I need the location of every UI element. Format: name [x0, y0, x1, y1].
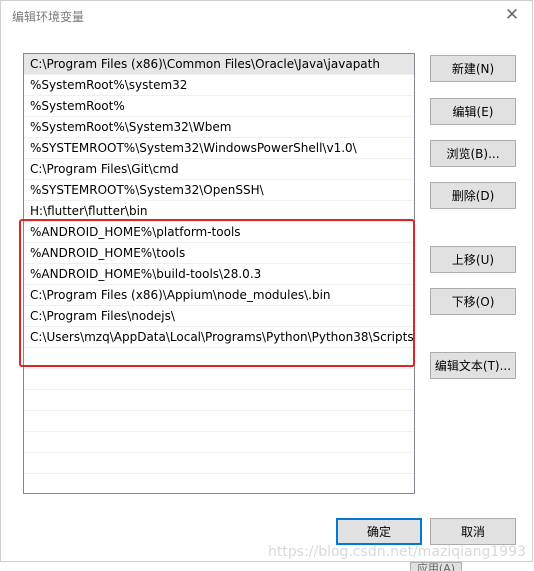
ok-button[interactable]: 确定 — [336, 518, 422, 545]
empty-row[interactable] — [24, 453, 414, 474]
empty-row[interactable] — [24, 411, 414, 432]
empty-row[interactable] — [24, 348, 414, 369]
path-item[interactable]: %SystemRoot%\System32\Wbem — [24, 117, 414, 138]
path-item[interactable]: %SYSTEMROOT%\System32\OpenSSH\ — [24, 180, 414, 201]
edit-environment-variable-dialog: 编辑环境变量 ✕ C:\Program Files (x86)\Common F… — [0, 0, 533, 562]
path-item[interactable]: C:\Program Files (x86)\Appium\node_modul… — [24, 285, 414, 306]
path-item[interactable]: %ANDROID_HOME%\tools — [24, 243, 414, 264]
path-item[interactable]: C:\Program Files (x86)\Common Files\Orac… — [24, 54, 414, 75]
path-item[interactable]: C:\Users\mzq\AppData\Local\Programs\Pyth… — [24, 327, 414, 348]
path-item[interactable]: H:\flutter\flutter\bin — [24, 201, 414, 222]
title-bar: 编辑环境变量 ✕ — [1, 1, 532, 31]
move-down-button[interactable]: 下移(O) — [430, 288, 516, 315]
path-item[interactable]: C:\Program Files\nodejs\ — [24, 306, 414, 327]
background-apply-button: 应用(A) — [410, 562, 462, 571]
move-up-button[interactable]: 上移(U) — [430, 246, 516, 273]
path-item[interactable]: %ANDROID_HOME%\build-tools\28.0.3 — [24, 264, 414, 285]
new-button[interactable]: 新建(N) — [430, 55, 516, 82]
browse-button[interactable]: 浏览(B)... — [430, 140, 516, 167]
path-item[interactable]: %ANDROID_HOME%\platform-tools — [24, 222, 414, 243]
path-item[interactable]: %SystemRoot%\system32 — [24, 75, 414, 96]
path-item[interactable]: %SYSTEMROOT%\System32\WindowsPowerShell\… — [24, 138, 414, 159]
empty-row[interactable] — [24, 432, 414, 453]
window-title: 编辑环境变量 — [12, 10, 85, 24]
path-list[interactable]: C:\Program Files (x86)\Common Files\Orac… — [23, 53, 415, 494]
watermark: https://blog.csdn.net/maziqiang1993 — [268, 544, 526, 560]
delete-button[interactable]: 删除(D) — [430, 182, 516, 209]
empty-row[interactable] — [24, 390, 414, 411]
cancel-button[interactable]: 取消 — [430, 518, 516, 545]
edit-text-button[interactable]: 编辑文本(T)... — [430, 352, 516, 379]
close-icon[interactable]: ✕ — [498, 3, 526, 27]
empty-row[interactable] — [24, 369, 414, 390]
path-item[interactable]: C:\Program Files\Git\cmd — [24, 159, 414, 180]
edit-button[interactable]: 编辑(E) — [430, 98, 516, 125]
path-item[interactable]: %SystemRoot% — [24, 96, 414, 117]
empty-row[interactable] — [24, 474, 414, 493]
